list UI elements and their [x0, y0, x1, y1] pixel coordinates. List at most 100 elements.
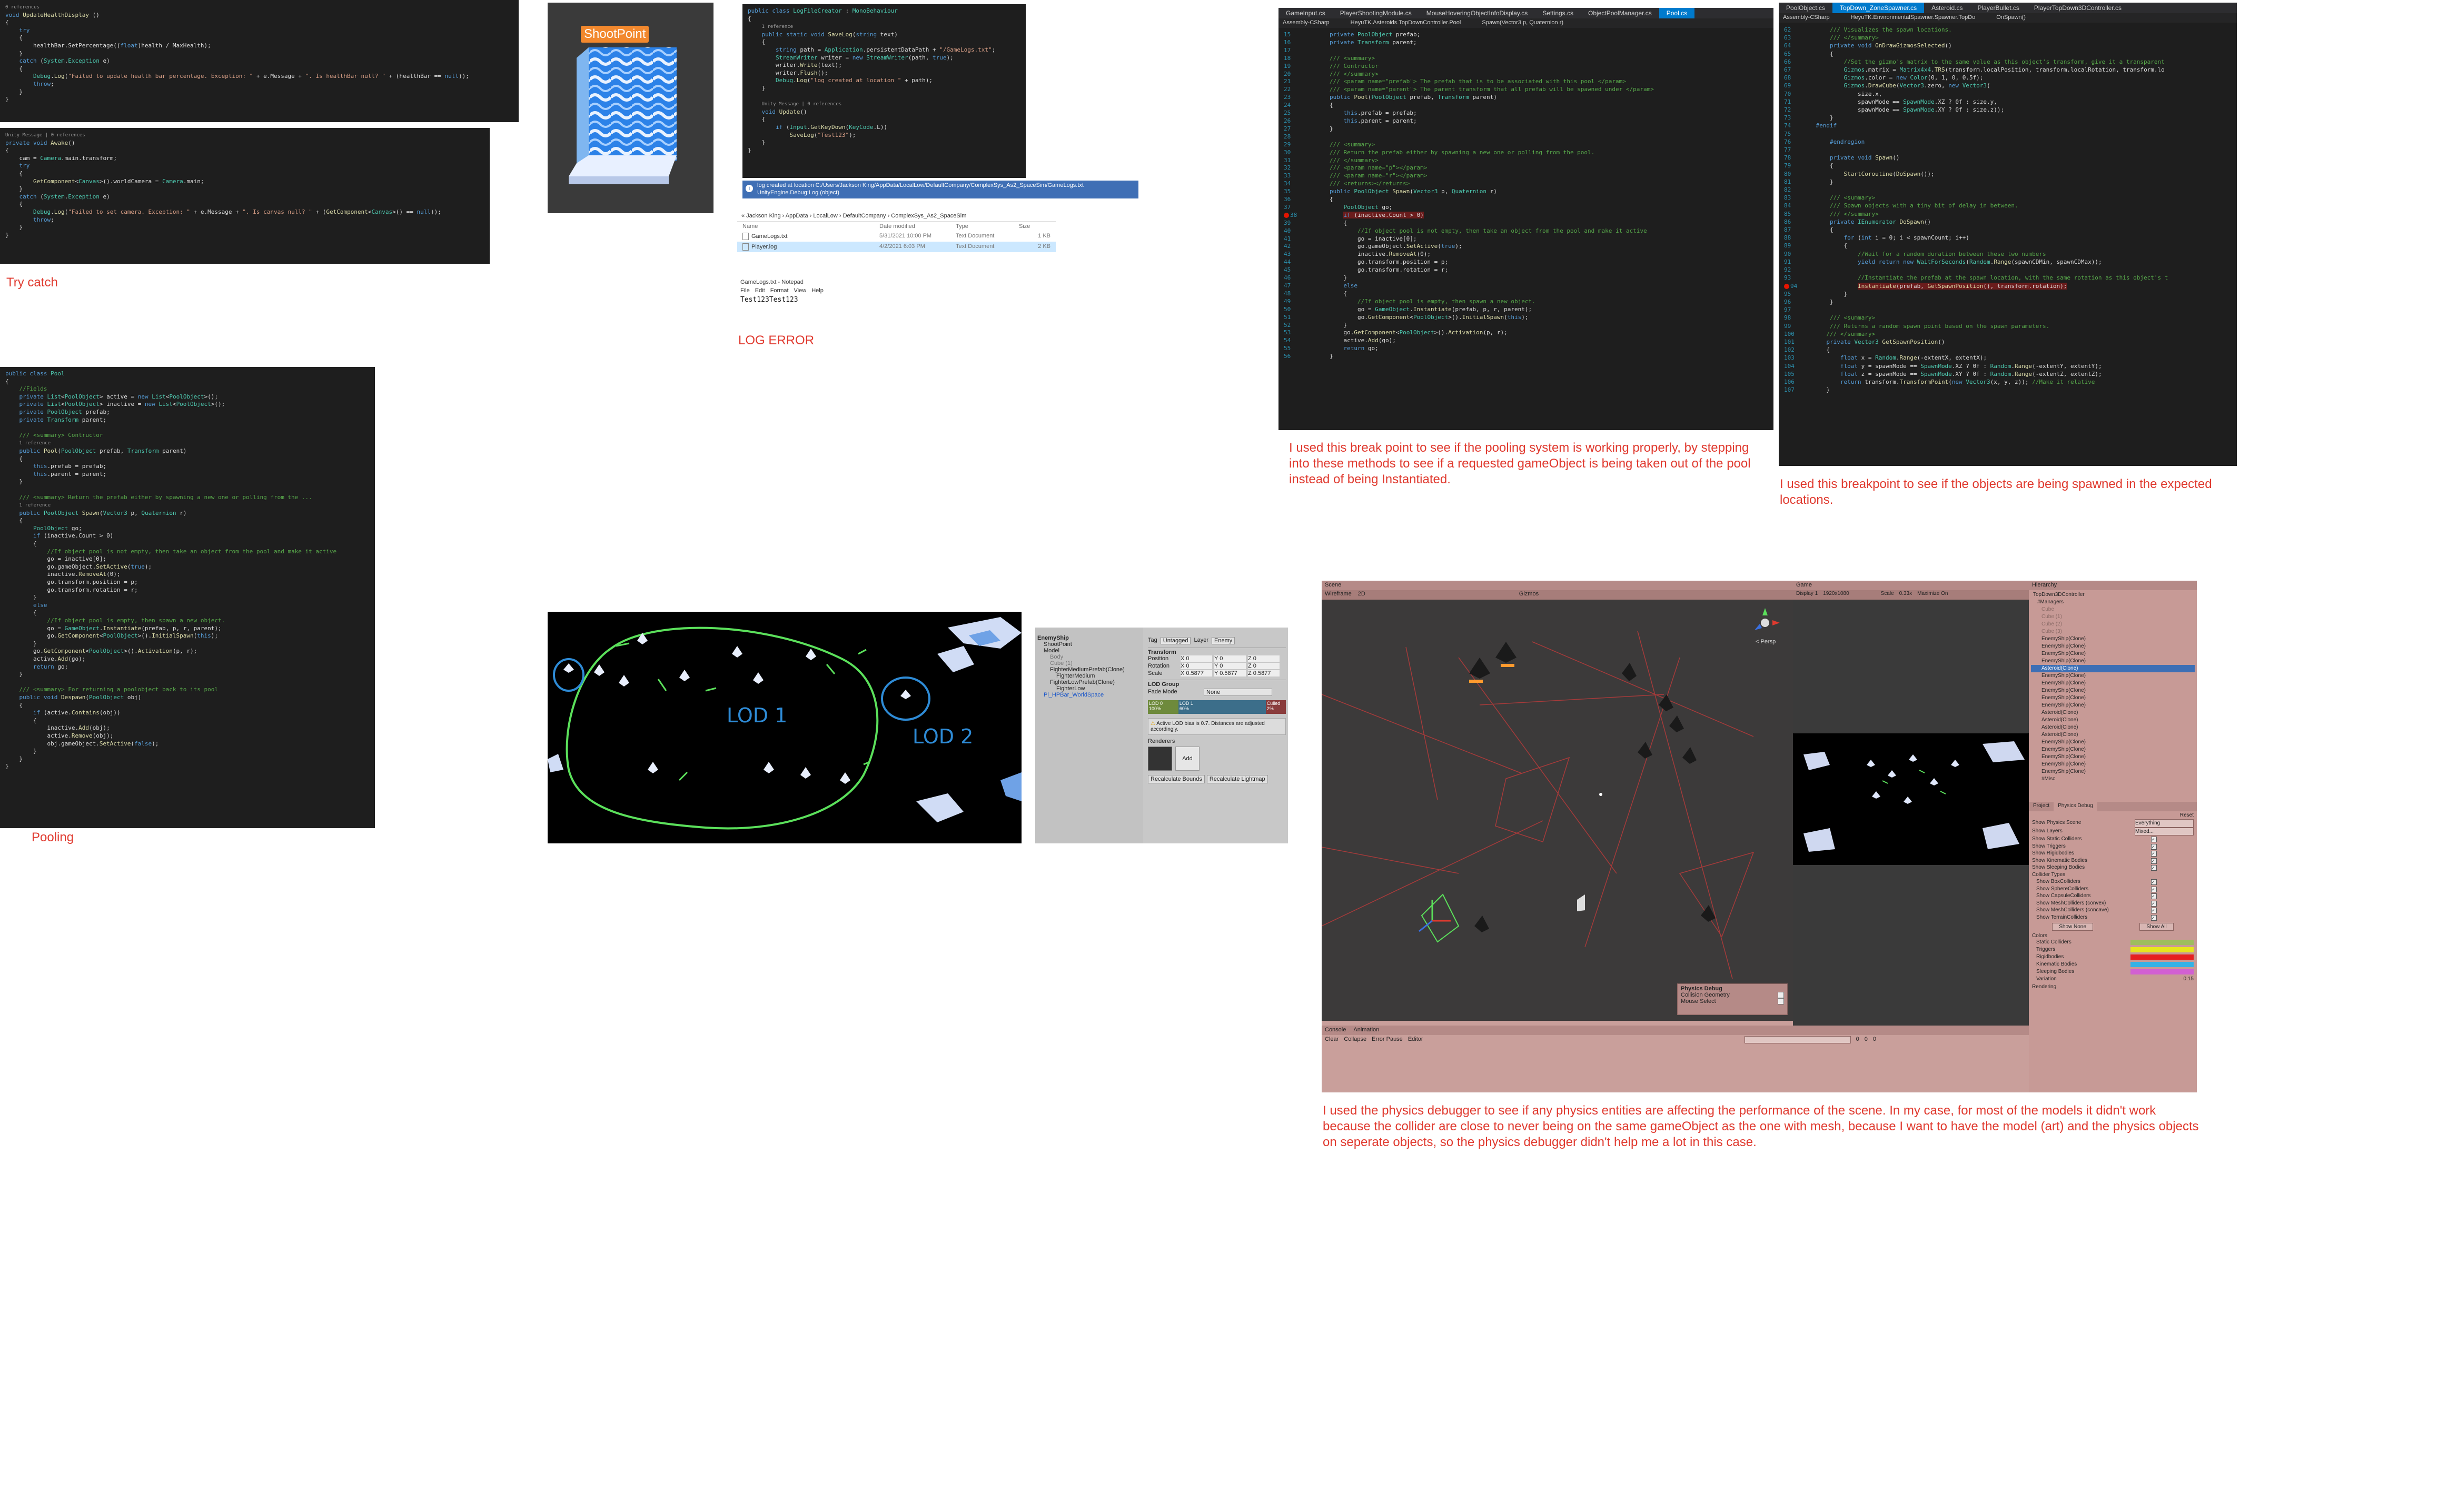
hierarchy-item[interactable]: EnemyShip(Clone)	[2031, 746, 2195, 753]
notepad-content[interactable]: Test123Test123	[737, 295, 858, 305]
physics-option-row[interactable]: Collider Types	[2032, 871, 2194, 879]
warning-count[interactable]: 0	[1865, 1036, 1868, 1043]
tab[interactable]: PoolObject.cs	[1779, 3, 1832, 13]
physics-option-checkbox[interactable]: ✓	[2151, 914, 2157, 921]
hierarchy-item[interactable]: Asteroid(Clone)	[2031, 717, 2195, 724]
hier-item[interactable]: FighterLowPrefab(Clone)	[1037, 679, 1141, 685]
variation-slider[interactable]: 0.15	[2130, 976, 2194, 983]
add-renderer-button[interactable]: Add	[1175, 747, 1200, 771]
hierarchy-item[interactable]: EnemyShip(Clone)	[2031, 658, 2195, 665]
reset-button[interactable]: Reset	[2180, 812, 2194, 818]
hierarchy-item[interactable]: EnemyShip(Clone)	[2031, 635, 2195, 643]
breakpoint-icon[interactable]	[1284, 212, 1289, 218]
hierarchy-item[interactable]: Asteroid(Clone)	[2031, 731, 2195, 739]
tab-active[interactable]: TopDown_ZoneSpawner.cs	[1832, 3, 1925, 13]
lod1-segment[interactable]: LOD 1 60%	[1178, 700, 1266, 714]
physics-option-row[interactable]: Show Kinematic Bodies ✓	[2032, 857, 2194, 864]
lod0-segment[interactable]: LOD 0 100%	[1148, 700, 1178, 714]
hier-item[interactable]: Pl_HPBar_WorldSpace	[1037, 692, 1141, 698]
physics-option-row[interactable]: Show CapsuleColliders ✓	[2032, 892, 2194, 900]
recalc-lightmap-button[interactable]: Recalculate Lightmap	[1206, 775, 1268, 783]
scale-x[interactable]: X 0.5877	[1181, 670, 1212, 677]
pos-z[interactable]: Z 0	[1248, 655, 1280, 662]
physics-option-row[interactable]: Show SphereColliders ✓	[2032, 886, 2194, 893]
hierarchy-item[interactable]: TopDown3DController	[2031, 591, 2195, 599]
physics-option-checkbox[interactable]: ✓	[2151, 886, 2157, 892]
pos-x[interactable]: X 0	[1181, 655, 1212, 662]
menu-view[interactable]: View	[794, 287, 807, 294]
menu-edit[interactable]: Edit	[755, 287, 765, 294]
tab[interactable]: Settings.cs	[1535, 8, 1581, 18]
class-dropdown[interactable]: HeyuTK.EnvironmentalSpawner.Spawner.TopD…	[1851, 14, 1976, 22]
lod-bar[interactable]: LOD 0 100% LOD 1 60% Culled 2%	[1148, 700, 1286, 714]
color-swatch[interactable]	[2130, 947, 2194, 952]
show-all-button[interactable]: Show All	[2139, 923, 2174, 931]
2d-toggle[interactable]: 2D	[1358, 591, 1365, 599]
lod-group-header[interactable]: LOD Group	[1148, 680, 1286, 688]
scale-y[interactable]: Y 0.5877	[1214, 670, 1246, 677]
hierarchy-item[interactable]: Cube (2)	[2031, 621, 2195, 628]
physics-option-row[interactable]: Show Rigidbodies ✓	[2032, 850, 2194, 857]
hierarchy-item[interactable]: EnemyShip(Clone)	[2031, 687, 2195, 694]
hierarchy-item[interactable]: EnemyShip(Clone)	[2031, 672, 2195, 680]
hierarchy-item[interactable]: #Misc	[2031, 775, 2195, 783]
tag-dropdown[interactable]: Untagged	[1160, 637, 1191, 644]
renderer-slot[interactable]	[1148, 747, 1172, 771]
hierarchy-item[interactable]: EnemyShip(Clone)	[2031, 739, 2195, 746]
physics-option-checkbox[interactable]: ✓	[2151, 837, 2157, 842]
resolution-dropdown[interactable]: 1920x1080	[1823, 591, 1849, 599]
physics-option-checkbox[interactable]: ✓	[2151, 900, 2157, 907]
tab-physics-debug[interactable]: Physics Debug	[2054, 802, 2097, 811]
collision-geometry-checkbox[interactable]	[1778, 992, 1784, 998]
column-size[interactable]: Size	[1019, 223, 1050, 230]
tab[interactable]: PlayerTopDown3DController.cs	[2027, 3, 2129, 13]
hier-item[interactable]: FighterMedium	[1037, 673, 1141, 679]
physics-color-row[interactable]: Sleeping Bodies	[2032, 968, 2194, 976]
color-swatch[interactable]	[2130, 940, 2194, 945]
hierarchy-item[interactable]: Cube (1)	[2031, 613, 2195, 621]
hierarchy-item[interactable]: EnemyShip(Clone)	[2031, 753, 2195, 761]
tab[interactable]: GameInput.cs	[1278, 8, 1333, 18]
physics-color-row[interactable]: Kinematic Bodies	[2032, 961, 2194, 968]
tab[interactable]: MouseHoveringObjectInfoDisplay.cs	[1419, 8, 1535, 18]
tab[interactable]: PlayerBullet.cs	[1970, 3, 2027, 13]
hier-item[interactable]: FighterMediumPrefab(Clone)	[1037, 667, 1141, 673]
physics-option-row[interactable]: Show MeshColliders (concave) ✓	[2032, 907, 2194, 914]
tab[interactable]: Asteroid.cs	[1924, 3, 1970, 13]
log-count[interactable]: 0	[1856, 1036, 1859, 1043]
column-date[interactable]: Date modified	[879, 223, 956, 230]
hierarchy-item[interactable]: Cube	[2031, 606, 2195, 613]
transform-header[interactable]: Transform	[1148, 648, 1286, 655]
column-type[interactable]: Type	[956, 223, 1019, 230]
hierarchy-item[interactable]: Asteroid(Clone)	[2031, 665, 2195, 672]
console-search[interactable]	[1744, 1036, 1851, 1043]
physics-option-row[interactable]: Show MeshColliders (convex) ✓	[2032, 900, 2194, 907]
rot-y[interactable]: Y 0	[1214, 663, 1246, 669]
hierarchy-item[interactable]: EnemyShip(Clone)	[2031, 680, 2195, 687]
member-dropdown[interactable]: OnSpawn()	[1996, 14, 2026, 22]
game-view[interactable]: Game Display 1 1920x1080 Scale 0.33x Max…	[1793, 581, 2029, 1026]
hierarchy-item[interactable]: EnemyShip(Clone)	[2031, 768, 2195, 775]
physics-option-checkbox[interactable]: ✓	[2151, 879, 2157, 885]
persp-label[interactable]: < Persp	[1756, 639, 1776, 645]
file-row-selected[interactable]: Player.log 4/2/2021 6:03 PM Text Documen…	[737, 242, 1056, 252]
scale-slider[interactable]: 0.33x	[1899, 591, 1912, 599]
hierarchy-item[interactable]: EnemyShip(Clone)	[2031, 650, 2195, 658]
gizmos-dropdown[interactable]: Gizmos	[1519, 591, 1539, 599]
member-dropdown[interactable]: Spawn(Vector3 p, Quaternion r)	[1482, 19, 1563, 27]
clear-button[interactable]: Clear	[1325, 1036, 1339, 1043]
color-swatch[interactable]	[2130, 969, 2194, 974]
culled-segment[interactable]: Culled 2%	[1265, 700, 1286, 714]
hierarchy-item[interactable]: EnemyShip(Clone)	[2031, 694, 2195, 702]
project-dropdown[interactable]: Assembly-CSharp	[1783, 14, 1830, 22]
physics-color-row[interactable]: Static Colliders	[2032, 939, 2194, 946]
display-dropdown[interactable]: Display 1	[1796, 591, 1818, 599]
physics-option-checkbox[interactable]: ✓	[2151, 851, 2157, 857]
column-name[interactable]: Name	[742, 223, 879, 230]
error-pause-button[interactable]: Error Pause	[1372, 1036, 1403, 1043]
hier-item[interactable]: Body	[1037, 654, 1141, 660]
menu-help[interactable]: Help	[811, 287, 824, 294]
maximize-toggle[interactable]: Maximize On	[1917, 591, 1948, 599]
error-count[interactable]: 0	[1873, 1036, 1876, 1043]
hierarchy-item[interactable]: EnemyShip(Clone)	[2031, 643, 2195, 650]
